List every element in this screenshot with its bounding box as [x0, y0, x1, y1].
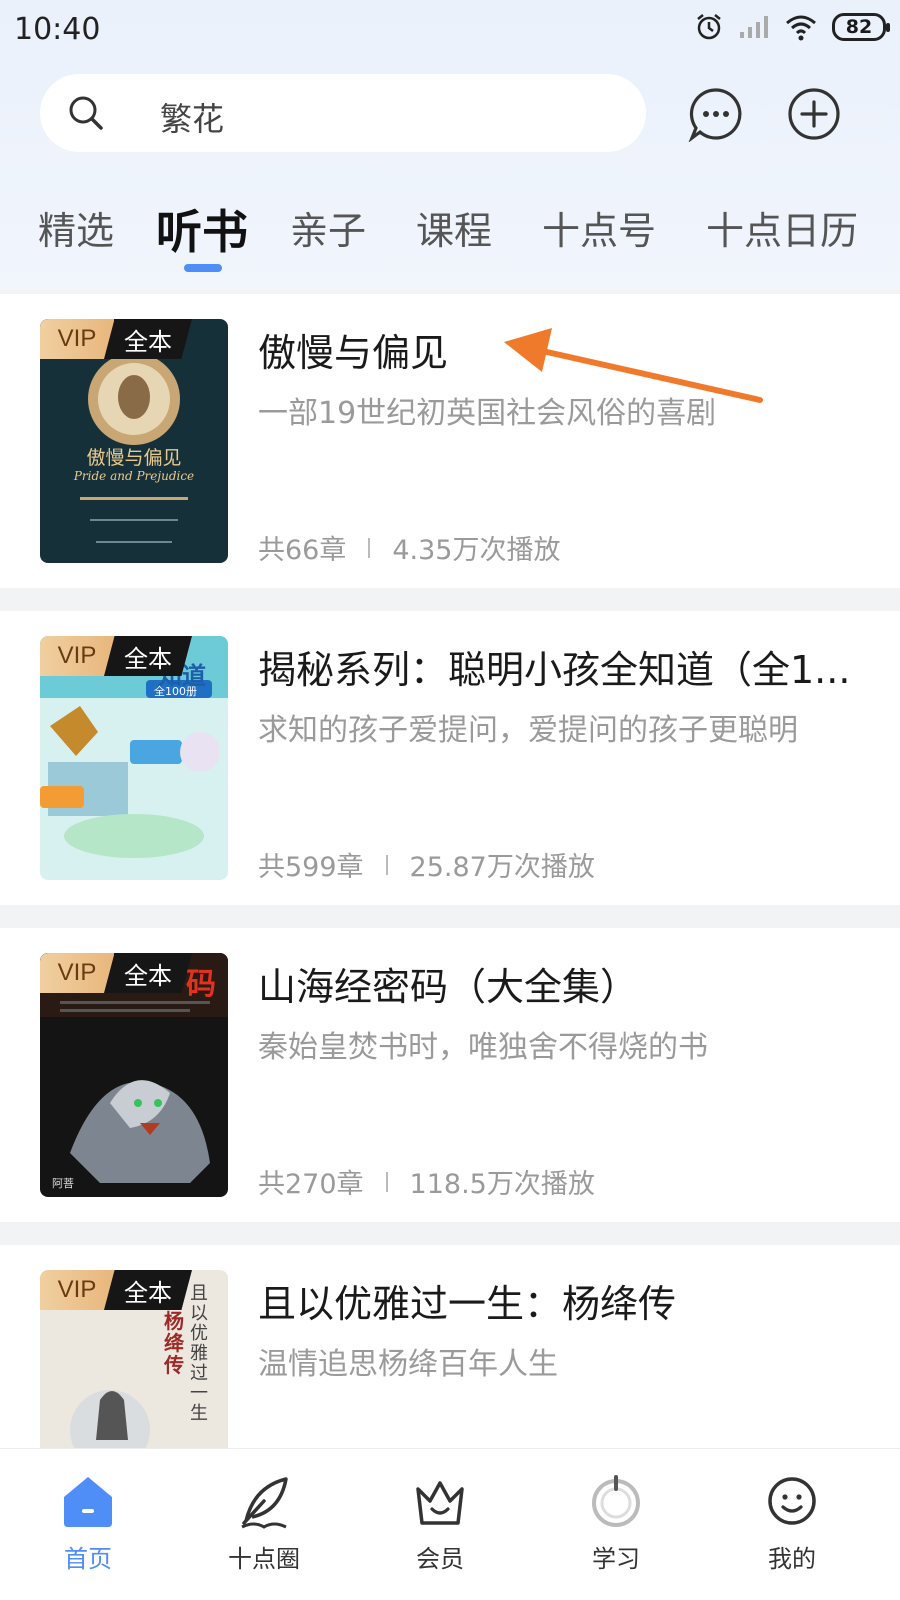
tab-audiobooks[interactable]: 听书 — [156, 196, 248, 262]
vip-badge: VIP — [40, 636, 114, 676]
book-title[interactable]: 揭秘系列：聪明小孩全知道（全1... — [258, 639, 858, 694]
annotation-arrow — [504, 328, 763, 403]
cover-subtitle: 阿菩 — [52, 1177, 74, 1190]
full-badge: 全本 — [104, 319, 192, 359]
battery-icon: 82 — [832, 13, 890, 41]
play-count: 4.35万次播放 — [392, 535, 561, 566]
bottom-nav: 首页 十点圈 会员 学习 我的 — [0, 1448, 900, 1600]
tab-featured[interactable]: 精选 — [38, 200, 114, 255]
search-input[interactable]: 繁花 — [40, 74, 646, 152]
smile-icon — [768, 1477, 816, 1525]
nav-profile[interactable]: 我的 — [732, 1463, 852, 1593]
full-badge: 全本 — [104, 1270, 192, 1310]
nav-label: 会员 — [416, 1545, 464, 1573]
book-cover[interactable]: 傲慢与偏见 Pride and Prejudice VIP 全本 — [40, 319, 228, 563]
tab-shidian-accounts[interactable]: 十点号 — [542, 200, 656, 255]
search-value: 繁花 — [160, 100, 225, 138]
full-badge: 全本 — [104, 636, 192, 676]
vip-badge: VIP — [40, 1270, 114, 1310]
play-count: 25.87万次播放 — [409, 852, 595, 883]
nav-label: 我的 — [768, 1545, 816, 1573]
book-stats: 共599章 25.87万次播放 — [258, 845, 595, 884]
book-card[interactable]: 且以优雅过一生 杨绛传 VIP 全本 且以优雅过一生：杨绛传 温情追思杨绛百年人… — [0, 1245, 900, 1455]
alarm-icon — [697, 14, 721, 40]
message-icon[interactable] — [688, 86, 744, 142]
nav-study[interactable]: 学习 — [556, 1463, 676, 1593]
cover-title: 且以优雅过一生 — [190, 1283, 208, 1424]
cover-subtitle: 杨绛传 — [164, 1309, 184, 1377]
tab-shidian-calendar[interactable]: 十点日历 — [706, 200, 858, 255]
cover-subtitle: Pride and Prejudice — [73, 469, 195, 483]
stat-divider — [385, 854, 388, 875]
nav-label: 学习 — [592, 1545, 640, 1573]
book-card[interactable]: 知道 全100册 VIP 全本 揭秘系列：聪明小孩全知道（全1... 求知的孩子… — [0, 611, 900, 905]
feather-icon — [241, 1477, 288, 1529]
book-title[interactable]: 且以优雅过一生：杨绛传 — [258, 1273, 858, 1328]
book-cover[interactable]: 知道 全100册 VIP 全本 — [40, 636, 228, 880]
nav-membership[interactable]: 会员 — [380, 1463, 500, 1593]
active-tab-indicator — [184, 264, 222, 272]
stat-divider — [385, 1171, 388, 1192]
target-icon — [592, 1475, 640, 1527]
status-bar: 10:40 82 — [0, 0, 900, 60]
nav-circle[interactable]: 十点圈 — [204, 1463, 324, 1593]
home-icon — [64, 1477, 112, 1527]
battery-level: 82 — [845, 16, 873, 38]
chapter-count: 共599章 — [258, 852, 364, 883]
add-icon[interactable] — [786, 86, 842, 142]
cover-title: 码 — [186, 967, 216, 1002]
book-description: 秦始皇焚书时，唯独舍不得烧的书 — [258, 1030, 708, 1065]
book-cover[interactable]: 且以优雅过一生 杨绛传 VIP 全本 — [40, 1270, 228, 1455]
full-badge: 全本 — [104, 953, 192, 993]
crown-icon — [416, 1481, 464, 1525]
tab-parenting[interactable]: 亲子 — [290, 200, 366, 255]
vip-badge: VIP — [40, 319, 114, 359]
book-card[interactable]: 码 阿菩 VIP 全本 山海经密码（大全集） 秦始皇焚书时，唯独舍不得烧的书 共… — [0, 928, 900, 1222]
book-description: 求知的孩子爱提问，爱提问的孩子更聪明 — [258, 713, 798, 748]
book-title[interactable]: 山海经密码（大全集） — [258, 956, 858, 1011]
nav-home[interactable]: 首页 — [28, 1463, 148, 1593]
status-icons: 82 — [694, 12, 890, 42]
vip-badge: VIP — [40, 953, 114, 993]
nav-label: 十点圈 — [228, 1545, 300, 1573]
book-description: 温情追思杨绛百年人生 — [258, 1347, 558, 1382]
book-stats: 共66章 4.35万次播放 — [258, 528, 560, 567]
stat-divider — [368, 537, 371, 558]
category-tabs: 精选 听书 亲子 课程 十点号 十点日历 — [0, 196, 900, 276]
book-stats: 共270章 118.5万次播放 — [258, 1162, 595, 1201]
tab-courses[interactable]: 课程 — [416, 200, 492, 255]
search-icon — [69, 96, 103, 130]
book-cover[interactable]: 码 阿菩 VIP 全本 — [40, 953, 228, 1197]
status-time: 10:40 — [14, 12, 101, 47]
cover-title: 傲慢与偏见 — [86, 447, 182, 469]
chapter-count: 共66章 — [258, 535, 347, 566]
signal-icon — [740, 16, 768, 38]
cover-subtitle: 全100册 — [154, 685, 197, 698]
wifi-icon — [786, 15, 816, 41]
nav-label: 首页 — [64, 1545, 112, 1573]
chapter-count: 共270章 — [258, 1169, 364, 1200]
play-count: 118.5万次播放 — [409, 1169, 595, 1200]
